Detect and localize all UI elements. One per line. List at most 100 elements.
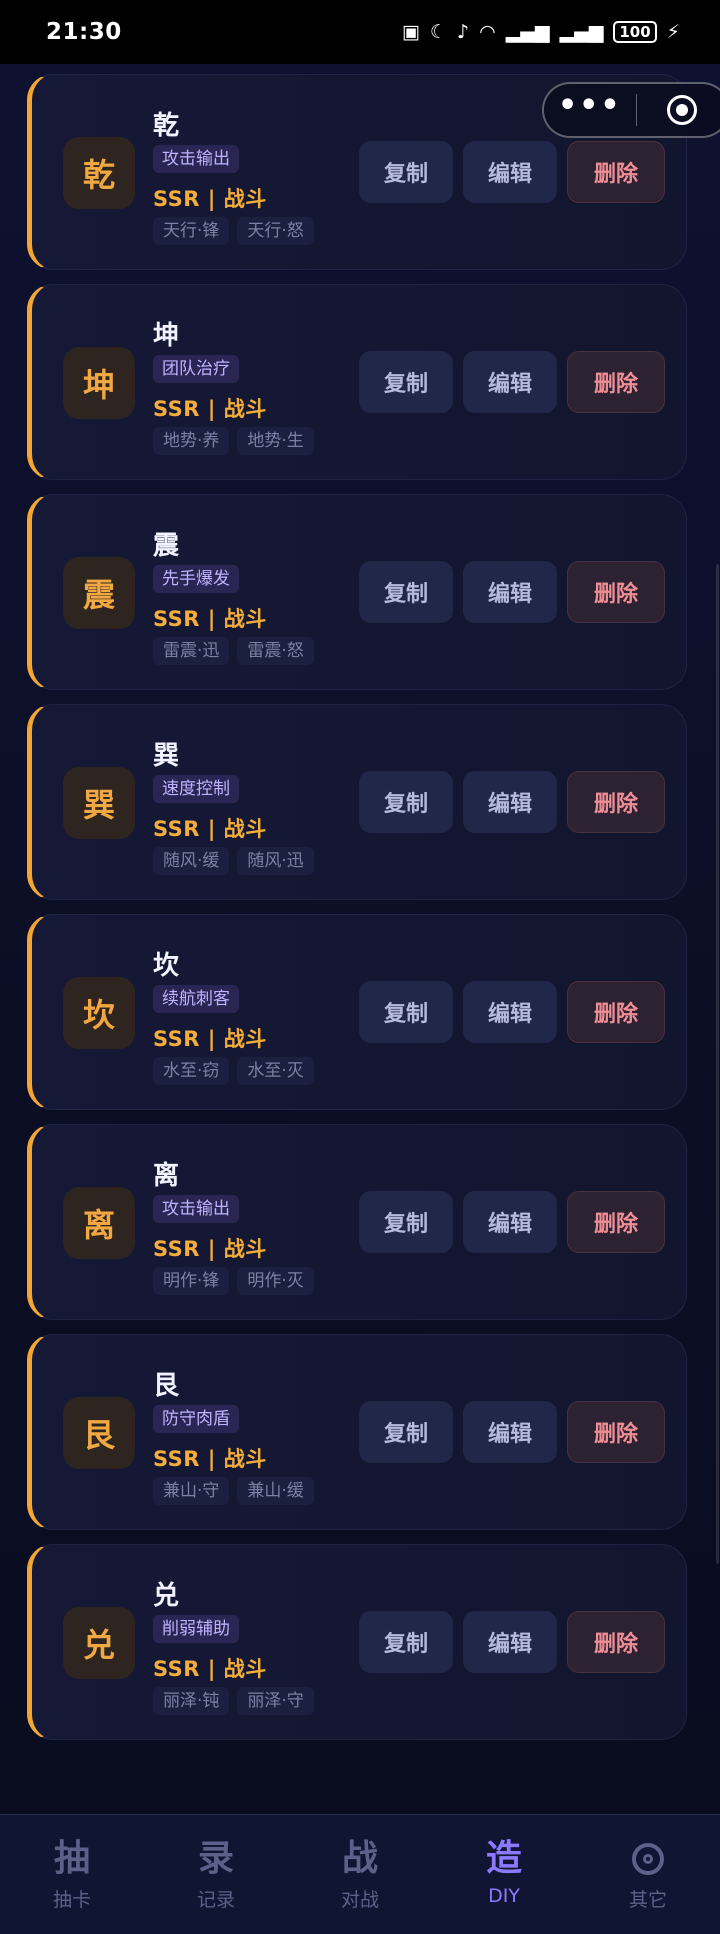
skill-tag: 天行·怒 [237,217,314,245]
tab-other[interactable]: 其它 [576,1815,720,1934]
rarity-label: SSR | 战斗 [153,1447,267,1471]
edit-button[interactable]: 编辑 [463,1611,557,1673]
tab-glyph: 录 [197,1838,234,1879]
copy-button[interactable]: 复制 [359,771,453,833]
skill-tag: 随风·迅 [237,847,314,875]
edit-button[interactable]: 编辑 [463,981,557,1043]
tab-label: 抽卡 [52,1889,91,1911]
skill-tags: 地势·养 地势·生 [153,427,314,455]
card-avatar: 巽 [63,767,135,839]
tab-battle[interactable]: 战 对战 [288,1815,432,1934]
scrollbar[interactable] [716,564,719,1564]
nfc-icon: ▣ [401,21,420,43]
card-avatar: 兑 [63,1607,135,1679]
copy-button[interactable]: 复制 [359,561,453,623]
rarity-label: SSR | 战斗 [153,187,267,211]
edit-button[interactable]: 编辑 [463,351,557,413]
tab-diy[interactable]: 造 DIY [432,1815,576,1934]
delete-button[interactable]: 删除 [567,1611,665,1673]
skill-tag: 兼山·守 [153,1477,230,1505]
delete-button[interactable]: 删除 [567,141,665,203]
copy-button[interactable]: 复制 [359,141,453,203]
edit-button[interactable]: 编辑 [463,561,557,623]
close-miniprogram-button[interactable] [637,84,720,136]
delete-button[interactable]: 删除 [567,351,665,413]
role-tag: 防守肉盾 [153,1405,239,1433]
tab-glyph: 造 [485,1838,522,1879]
card-name: 坤 [153,321,180,351]
edit-button[interactable]: 编辑 [463,1401,557,1463]
tab-glyph: 战 [341,1838,378,1879]
edit-button[interactable]: 编辑 [463,771,557,833]
tab-record[interactable]: 录 记录 [144,1815,288,1934]
skill-tag: 丽泽·钝 [153,1687,230,1715]
hexagram-card[interactable]: 坤坤团队治疗 SSR | 战斗 地势·养 地势·生 复制 编辑 删除 [27,284,687,480]
card-list[interactable]: 乾乾攻击输出 SSR | 战斗 天行·锋 天行·怒 复制 编辑 删除坤坤团队治疗 SSR | … [0,64,720,1814]
bottom-tab-bar: 抽 抽卡 录 记录 战 对战 造 DIY 其它 [0,1814,720,1934]
copy-button[interactable]: 复制 [359,351,453,413]
card-avatar: 艮 [63,1397,135,1469]
delete-button[interactable]: 删除 [567,771,665,833]
gear-icon [632,1843,664,1875]
role-tag: 先手爆发 [153,565,239,593]
card-name: 坎 [153,951,180,981]
delete-button[interactable]: 删除 [567,561,665,623]
skill-tag: 地势·养 [153,427,230,455]
rarity-label: SSR | 战斗 [153,1657,267,1681]
hexagram-card[interactable]: 坎坎续航刺客 SSR | 战斗 水至·窃 水至·灭 复制 编辑 删除 [27,914,687,1110]
status-icons: ▣ ☾ ♪ ◠ ▂▄▆ ▂▄▆ 100 ⚡ [402,21,680,43]
tab-glyph: 抽 [53,1838,90,1879]
role-tag: 削弱辅助 [153,1615,239,1643]
tab-label: 记录 [196,1889,235,1911]
rarity-label: SSR | 战斗 [153,1237,267,1261]
hexagram-card[interactable]: 巽巽速度控制 SSR | 战斗 随风·缓 随风·迅 复制 编辑 删除 [27,704,687,900]
card-name: 艮 [153,1371,180,1401]
signal-4g-icon: ▂▄▆ [559,21,604,43]
rarity-label: SSR | 战斗 [153,817,267,841]
card-name: 离 [153,1161,180,1191]
skill-tag: 随风·缓 [153,847,230,875]
tab-label: 对战 [340,1889,379,1911]
skill-tags: 丽泽·钝 丽泽·守 [153,1687,314,1715]
card-name: 兑 [153,1581,180,1611]
copy-button[interactable]: 复制 [359,1611,453,1673]
skill-tag: 丽泽·守 [237,1687,314,1715]
role-tag: 攻击输出 [153,145,239,173]
edit-button[interactable]: 编辑 [463,1191,557,1253]
charging-icon: ⚡ [666,21,680,43]
more-button[interactable]: ••• [544,84,636,136]
card-name: 震 [153,531,180,561]
skill-tags: 明作·锋 明作·灭 [153,1267,314,1295]
role-tag: 团队治疗 [153,355,239,383]
tab-draw[interactable]: 抽 抽卡 [0,1815,144,1934]
more-dots-icon: ••• [557,88,622,123]
skill-tag: 兼山·缓 [237,1477,314,1505]
skill-tags: 天行·锋 天行·怒 [153,217,314,245]
skill-tag: 地势·生 [237,427,314,455]
status-bar: 21:30 ▣ ☾ ♪ ◠ ▂▄▆ ▂▄▆ 100 ⚡ [0,0,720,64]
edit-button[interactable]: 编辑 [463,141,557,203]
skill-tags: 随风·缓 随风·迅 [153,847,314,875]
skill-tag: 水至·窃 [153,1057,230,1085]
role-tag: 攻击输出 [153,1195,239,1223]
copy-button[interactable]: 复制 [359,1401,453,1463]
hexagram-card[interactable]: 离离攻击输出 SSR | 战斗 明作·锋 明作·灭 复制 编辑 删除 [27,1124,687,1320]
card-avatar: 坎 [63,977,135,1049]
delete-button[interactable]: 删除 [567,1191,665,1253]
card-avatar: 震 [63,557,135,629]
hexagram-card[interactable]: 兑兑削弱辅助 SSR | 战斗 丽泽·钝 丽泽·守 复制 编辑 删除 [27,1544,687,1740]
skill-tag: 明作·锋 [153,1267,230,1295]
role-tag: 速度控制 [153,775,239,803]
delete-button[interactable]: 删除 [567,981,665,1043]
hexagram-card[interactable]: 震震先手爆发 SSR | 战斗 雷震·迅 雷震·怒 复制 编辑 删除 [27,494,687,690]
delete-button[interactable]: 删除 [567,1401,665,1463]
skill-tag: 明作·灭 [237,1267,314,1295]
card-name: 巽 [153,741,180,771]
status-time: 21:30 [46,19,122,45]
rarity-label: SSR | 战斗 [153,1027,267,1051]
role-tag: 续航刺客 [153,985,239,1013]
copy-button[interactable]: 复制 [359,981,453,1043]
skill-tag: 雷震·迅 [153,637,230,665]
copy-button[interactable]: 复制 [359,1191,453,1253]
hexagram-card[interactable]: 艮艮防守肉盾 SSR | 战斗 兼山·守 兼山·缓 复制 编辑 删除 [27,1334,687,1530]
